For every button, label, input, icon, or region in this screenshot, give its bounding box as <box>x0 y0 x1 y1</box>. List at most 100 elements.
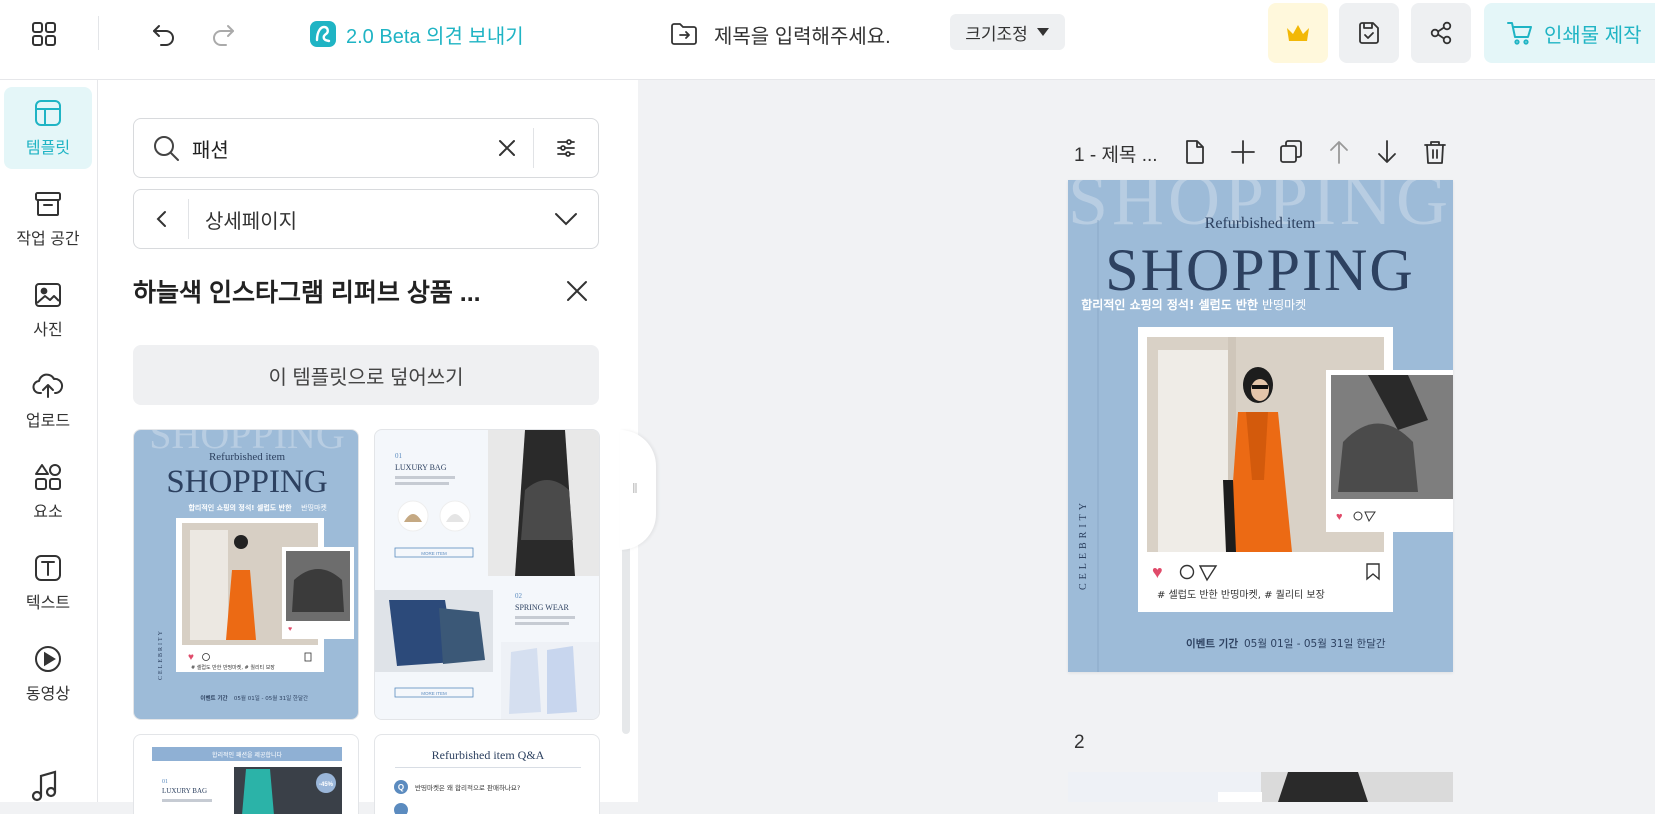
archive-icon <box>33 189 63 219</box>
add-page-icon[interactable] <box>1182 138 1208 166</box>
category-dropdown[interactable]: 상세페이지 <box>133 189 599 249</box>
thumb-line: 합리적인 쇼핑의 정석! 셀럽도 반한 <box>188 503 292 512</box>
crown-icon <box>1285 22 1311 44</box>
page1-hashtags: # 셀럽도 반한 반띵마켓, # 퀄리티 보장 <box>1157 589 1325 601</box>
sidebar-item-text[interactable]: 텍스트 <box>4 542 92 624</box>
thumb-big: SHOPPING <box>166 464 327 500</box>
share-button[interactable] <box>1411 3 1471 63</box>
template-icon <box>33 98 63 128</box>
top-bar: 2.0 Beta 의견 보내기 제목을 입력해주세요. 크기조정 인쇄물 제작 <box>0 0 1655 80</box>
page-2-label[interactable]: 2 <box>1074 732 1085 754</box>
apps-grid-icon[interactable] <box>24 14 64 54</box>
page1-vertical: CELEBRITY <box>1078 499 1089 590</box>
sidebar-item-templates[interactable]: 템플릿 <box>4 87 92 169</box>
thumb2-more2: MORE ITEM <box>421 691 447 696</box>
template-title: 하늘색 인스타그램 리퍼브 상품 ... <box>133 279 481 307</box>
save-check-icon <box>1356 20 1382 46</box>
thumb3-banner: 합리적인 패션을 제공합니다 <box>212 751 283 759</box>
thumb2-num2: 02 <box>515 592 523 600</box>
thumb4-title: Refurbished item Q&A <box>432 748 545 762</box>
sidebar-item-workspace[interactable]: 작업 공간 <box>4 178 92 260</box>
thumb-event: 이벤트 기간 <box>200 694 227 702</box>
feedback-label: 2.0 Beta 의견 보내기 <box>346 25 524 48</box>
template-thumbnail-luxury-banner[interactable]: 합리적인 패션을 제공합니다 -45% 01 LUXURY BAG <box>133 734 359 814</box>
document-title-field[interactable]: 제목을 입력해주세요. <box>714 14 891 54</box>
page1-tagline: 합리적인 쇼핑의 정석! 셀럽도 반한 <box>1081 297 1258 312</box>
drag-grip-icon: ‖ <box>632 480 638 496</box>
trash-icon[interactable] <box>1422 138 1448 166</box>
image-icon <box>33 280 63 310</box>
music-icon[interactable] <box>30 768 60 807</box>
template-thumbnail-shopping[interactable]: SHOPPING Refurbished item SHOPPING 합리적인 … <box>133 429 359 720</box>
heart-icon: ♥ <box>288 626 292 633</box>
arrow-down-icon[interactable] <box>1374 138 1400 166</box>
page1-sub: Refurbished item <box>1205 215 1316 232</box>
thumb-dates: 05월 01일 - 05월 31일 한달간 <box>234 694 308 702</box>
plus-icon[interactable] <box>1230 138 1256 166</box>
thumb-vertical: CELEBRITY <box>158 629 164 680</box>
save-button[interactable] <box>1339 3 1399 63</box>
thumb-tags: # 셀럽도 반한 반띵마켓, # 퀄리티 보장 <box>191 664 275 671</box>
heart-icon: ♥ <box>1336 511 1343 523</box>
template-panel: 상세페이지 하늘색 인스타그램 리퍼브 상품 ... 이 템플릿으로 덮어쓰기 … <box>98 80 638 814</box>
sidebar-item-video[interactable]: 동영상 <box>4 633 92 715</box>
play-icon <box>33 644 63 674</box>
thumb2-num1: 01 <box>395 452 403 460</box>
page1-big: SHOPPING <box>1105 237 1414 303</box>
close-template-icon[interactable] <box>564 278 590 309</box>
heart-icon: ♥ <box>188 652 194 663</box>
canvas-area: 1 - 제목 ... SHOPPING Refurbished item SHO… <box>638 80 1655 802</box>
page1-event-label: 이벤트 기간 <box>1186 637 1238 650</box>
search-box <box>133 118 599 178</box>
sidebar-item-label: 요소 <box>33 504 63 521</box>
cart-icon <box>1506 20 1534 46</box>
sidebar-item-label: 텍스트 <box>25 595 71 612</box>
sidebar-item-label: 사진 <box>33 322 63 339</box>
print-order-button[interactable]: 인쇄물 제작 <box>1484 3 1655 63</box>
divider <box>533 128 534 168</box>
resize-label: 크기조정 <box>965 24 1028 44</box>
sidebar-item-label: 업로드 <box>25 413 71 430</box>
premium-crown-button[interactable] <box>1268 3 1328 63</box>
share-icon <box>1428 20 1454 46</box>
text-icon <box>33 553 63 583</box>
caret-down-icon <box>1036 27 1050 37</box>
beta-feedback-button[interactable]: 2.0 Beta 의견 보내기 <box>310 14 524 54</box>
folder-move-icon[interactable] <box>666 14 702 54</box>
page1-tagline-hl: 반띵마켓 <box>1262 298 1306 312</box>
feedback-logo-icon <box>310 21 336 47</box>
thumb-sub: Refurbished item <box>209 451 286 463</box>
resize-button[interactable]: 크기조정 <box>950 14 1065 50</box>
thumb2-h2: SPRING WEAR <box>515 603 570 612</box>
redo-icon[interactable] <box>203 14 243 54</box>
template-thumbnail-luxury-bag[interactable]: 01 LUXURY BAG MORE ITEM 02 SPRING WEAR M… <box>374 429 600 720</box>
chevron-down-icon <box>554 211 578 227</box>
sidebar-item-label: 템플릿 <box>25 140 71 157</box>
sidebar-item-photos[interactable]: 사진 <box>4 269 92 351</box>
page-toolbar <box>1182 138 1448 166</box>
category-label: 상세페이지 <box>205 210 297 233</box>
page-1-label[interactable]: 1 - 제목 ... <box>1074 140 1158 167</box>
sidebar-item-elements[interactable]: 요소 <box>4 451 92 533</box>
chevron-left-icon[interactable] <box>152 209 172 229</box>
thumb4-qtext: 반띵마켓은 왜 합리적으로 판매하나요? <box>415 783 520 792</box>
search-input[interactable] <box>192 136 482 160</box>
duplicate-icon[interactable] <box>1278 138 1304 166</box>
thumb4-q: Q <box>398 783 404 792</box>
overwrite-template-button[interactable]: 이 템플릿으로 덮어쓰기 <box>133 345 599 405</box>
thumb3-num: 01 <box>162 779 168 785</box>
template-thumbnail-qna[interactable]: Refurbished item Q&A Q 반띵마켓은 왜 합리적으로 판매하… <box>374 734 600 814</box>
print-order-label: 인쇄물 제작 <box>1544 24 1642 47</box>
cloud-upload-icon <box>32 371 64 401</box>
divider <box>98 16 99 50</box>
undo-icon[interactable] <box>144 14 184 54</box>
clear-search-icon[interactable] <box>497 138 517 158</box>
page-1-canvas[interactable]: SHOPPING Refurbished item SHOPPING 합리적인 … <box>1068 180 1453 672</box>
left-sidebar: 템플릿 작업 공간 사진 업로드 요소 텍스트 동영상 <box>0 80 98 802</box>
arrow-up-icon[interactable] <box>1326 138 1352 166</box>
sidebar-item-label: 작업 공간 <box>16 231 80 248</box>
sidebar-item-upload[interactable]: 업로드 <box>4 360 92 442</box>
filter-sliders-icon[interactable] <box>556 138 576 158</box>
page-2-canvas[interactable] <box>1068 772 1453 802</box>
like-heart-icon: ♥ <box>1152 562 1163 582</box>
